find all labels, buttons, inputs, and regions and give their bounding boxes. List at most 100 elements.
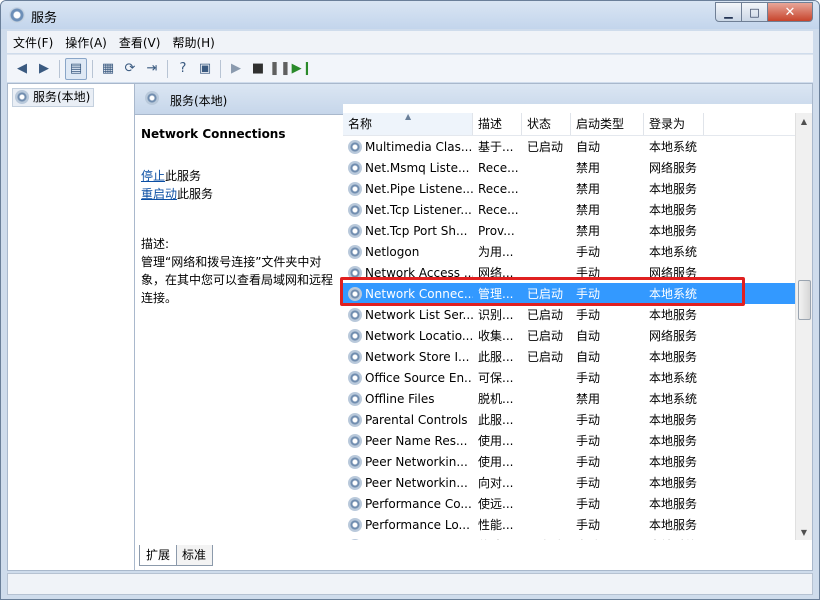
scroll-down-icon[interactable]: ▼ (796, 524, 812, 540)
service-status-cell: 已启动 (527, 140, 564, 154)
service-description-cell: 收集... (478, 329, 514, 343)
service-name-cell: Net.Msmq Liste... (343, 160, 473, 175)
pause-service-icon[interactable]: ❚❚ (269, 59, 291, 79)
service-startup-type-cell: 自动 (576, 329, 601, 343)
stop-suffix: 此服务 (165, 169, 202, 183)
tree-item-services-local[interactable]: 服务(本地) (12, 88, 95, 107)
title-bar[interactable]: 服务 ▁ □ ✕ (1, 1, 819, 29)
service-description-cell: Rece... (478, 160, 519, 175)
service-log-on-as-cell: 本地服务 (649, 203, 698, 217)
service-startup-type-cell: 禁用 (576, 224, 601, 238)
stop-service-icon[interactable]: ■ (248, 59, 268, 79)
table-row[interactable]: Multimedia Clas... 基于... 已启动 自动 本地系统 (343, 136, 796, 157)
menu-bar: 文件(F) 操作(A) 查看(V) 帮助(H) (7, 31, 813, 53)
services-gear-icon (9, 7, 25, 23)
service-name-cell: Network List Ser... (343, 307, 473, 322)
table-row[interactable]: Network List Ser... 识别... 已启动 手动 本地服务 (343, 304, 796, 325)
service-description-cell: 基于... (478, 140, 514, 154)
column-header-name[interactable]: ▲ 名称 (343, 112, 473, 135)
table-row[interactable]: Parental Controls 此服... 手动 本地服务 (343, 409, 796, 430)
table-row[interactable]: Office Source En... 可保... 手动 本地系统 (343, 367, 796, 388)
maximize-button[interactable]: □ (742, 2, 768, 22)
service-description-cell: 网络... (478, 266, 514, 280)
table-row[interactable]: Net.Tcp Port Sh... Prov... 禁用 本地服务 (343, 220, 796, 241)
show-hide-action-pane-icon[interactable]: ▣ (195, 59, 215, 79)
table-row[interactable]: Netlogon 为用... 手动 本地系统 (343, 241, 796, 262)
table-row[interactable]: Peer Networkin... 向对... 手动 本地服务 (343, 472, 796, 493)
pane-title: 服务(本地) (170, 94, 228, 108)
toolbar-separator (167, 59, 168, 78)
export-list-icon[interactable]: ⇥ (142, 59, 162, 79)
start-service-icon[interactable]: ▶ (226, 59, 246, 79)
service-description-cell: 此服... (478, 413, 514, 427)
stop-service-link[interactable]: 停止 (141, 169, 165, 183)
gear-icon (348, 349, 362, 364)
service-startup-type-cell: 禁用 (576, 182, 601, 196)
table-row[interactable]: Peer Name Res... 使用... 手动 本地服务 (343, 430, 796, 451)
gear-icon (348, 286, 362, 301)
service-startup-type-cell: 手动 (576, 287, 601, 301)
service-name-cell: Performance Co... (343, 496, 473, 511)
description-text: 管理“网络和拨号连接”文件夹中对象，在其中您可以查看局域网和远程连接。 (141, 255, 334, 305)
console-tree-icon[interactable]: ▤ (65, 57, 87, 80)
service-description-cell: 可保... (478, 371, 514, 385)
close-button[interactable]: ✕ (768, 2, 813, 22)
column-header-startup-type[interactable]: 启动类型 (571, 113, 644, 135)
content-area: 服务(本地) 服务(本地) Network Connections 停止此服务 … (7, 83, 813, 571)
menu-help[interactable]: 帮助(H) (166, 34, 220, 51)
table-row[interactable]: Performance Co... 使远... 手动 本地服务 (343, 493, 796, 514)
tree-item-label: 服务(本地) (33, 90, 91, 104)
back-arrow-icon[interactable]: ◀ (12, 59, 32, 79)
menu-file[interactable]: 文件(F) (7, 34, 59, 51)
gear-icon (348, 244, 362, 259)
column-header-status[interactable]: 状态 (522, 113, 571, 135)
service-log-on-as-cell: 网络服务 (649, 161, 698, 175)
gear-icon (348, 454, 362, 469)
table-row[interactable]: Peer Networkin... 使用... 手动 本地服务 (343, 451, 796, 472)
menu-action[interactable]: 操作(A) (59, 34, 113, 51)
column-header-log-on-as[interactable]: 登录为 (644, 113, 704, 135)
service-status-cell: 已启动 (527, 287, 564, 301)
toolbar-separator (92, 59, 93, 78)
table-row[interactable]: Net.Pipe Listene... Rece... 禁用 本地服务 (343, 178, 796, 199)
restart-service-link[interactable]: 重启动 (141, 187, 177, 201)
table-row[interactable]: Offline Files 脱机... 禁用 本地系统 (343, 388, 796, 409)
main-pane: 服务(本地) Network Connections 停止此服务 重启动此服务 … (135, 84, 812, 570)
table-row[interactable]: Network Store I... 此服... 已启动 自动 本地服务 (343, 346, 796, 367)
table-row[interactable]: Network Access ... 网络... 手动 网络服务 (343, 262, 796, 283)
gear-icon (348, 433, 362, 448)
service-startup-type-cell: 手动 (576, 413, 601, 427)
minimize-button[interactable]: ▁ (715, 2, 742, 22)
sort-up-icon: ▲ (405, 112, 412, 121)
tab-extended[interactable]: 扩展 (139, 545, 178, 566)
service-log-on-as-cell: 本地服务 (649, 350, 698, 364)
refresh-icon[interactable]: ⟳ (120, 59, 140, 79)
service-name-cell: Net.Tcp Listener... (343, 202, 473, 217)
table-row[interactable]: Performance Lo... 性能... 手动 本地服务 (343, 514, 796, 535)
service-log-on-as-cell: 本地系统 (649, 245, 698, 259)
menu-view[interactable]: 查看(V) (113, 34, 167, 51)
help-icon[interactable]: ? (173, 59, 193, 79)
service-log-on-as-cell: 本地系统 (649, 140, 698, 154)
tab-standard[interactable]: 标准 (175, 545, 214, 566)
service-log-on-as-cell: 网络服务 (649, 266, 698, 280)
column-header-description[interactable]: 描述 (473, 113, 522, 135)
properties-icon[interactable]: ▦ (98, 59, 118, 79)
service-startup-type-cell: 手动 (576, 476, 601, 490)
vertical-scrollbar[interactable]: ▲ ▼ (795, 113, 812, 540)
gear-icon (348, 517, 362, 532)
service-description-cell: Prov... (478, 223, 515, 238)
scroll-thumb[interactable] (798, 280, 811, 320)
restart-service-icon[interactable]: ▶❙ (292, 59, 313, 79)
service-name-cell: Multimedia Clas... (343, 139, 473, 154)
table-row[interactable]: Network Connec... 管理... 已启动 手动 本地系统 (343, 283, 796, 304)
table-row[interactable]: Network Locatio... 收集... 已启动 自动 网络服务 (343, 325, 796, 346)
restart-suffix: 此服务 (177, 187, 214, 201)
forward-arrow-icon[interactable]: ▶ (34, 59, 54, 79)
service-status-cell: 已启动 (527, 329, 564, 343)
service-log-on-as-cell: 本地服务 (649, 476, 698, 490)
scroll-up-icon[interactable]: ▲ (796, 113, 812, 129)
table-row[interactable]: Net.Msmq Liste... Rece... 禁用 网络服务 (343, 157, 796, 178)
table-row[interactable]: Net.Tcp Listener... Rece... 禁用 本地服务 (343, 199, 796, 220)
service-log-on-as-cell: 网络服务 (649, 329, 698, 343)
